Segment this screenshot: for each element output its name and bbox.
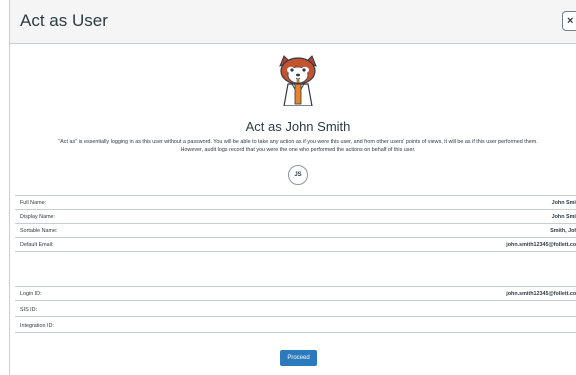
sortable-name-label: Sortable Name: xyxy=(20,228,58,234)
user-initials-avatar: JS xyxy=(288,165,308,185)
modal-header: Act as User × xyxy=(10,0,576,44)
full-name-row: Full Name: John Smith xyxy=(15,196,576,210)
act-as-heading: Act as John Smith xyxy=(245,119,351,134)
description-line-2: However, audit logs record that you were… xyxy=(180,147,416,153)
close-button[interactable]: × xyxy=(562,11,576,31)
sortable-name-row: Sortable Name: Smith, John xyxy=(15,224,576,238)
integration-id-row: Integration ID: xyxy=(15,319,576,333)
full-name-value: John Smith xyxy=(551,200,576,206)
sortable-name-value: Smith, John xyxy=(550,228,576,234)
full-name-label: Full Name: xyxy=(20,200,47,206)
modal-body: Act as John Smith "Act as" is essentiall… xyxy=(10,44,576,375)
red-panda-avatar-icon xyxy=(279,55,317,106)
proceed-button[interactable]: Proceed xyxy=(280,350,317,366)
display-name-row: Display Name: John Smith xyxy=(15,210,576,224)
default-email-value: john.smith12345@follett.com xyxy=(506,242,576,248)
display-name-label: Display Name: xyxy=(20,214,56,220)
login-id-row: Login ID: john.smith12345@follett.com xyxy=(15,287,576,301)
act-as-user-modal: Act as User × Act as John Smith "Act as"… xyxy=(9,0,576,375)
modal-title: Act as User xyxy=(20,11,108,30)
sis-id-label: SIS ID: xyxy=(20,307,38,313)
act-as-description: "Act as" is essentially logging in as th… xyxy=(10,138,576,154)
display-name-value: John Smith xyxy=(551,214,576,220)
login-id-label: Login ID: xyxy=(20,291,42,297)
default-email-label: Default Email: xyxy=(20,242,54,248)
description-line-1: "Act as" is essentially logging in as th… xyxy=(58,139,538,145)
integration-id-label: Integration ID: xyxy=(20,323,54,329)
default-email-row: Default Email: john.smith12345@follett.c… xyxy=(15,238,576,252)
login-id-value: john.smith12345@follett.com xyxy=(506,291,576,297)
sis-id-row: SIS ID: xyxy=(15,303,576,317)
